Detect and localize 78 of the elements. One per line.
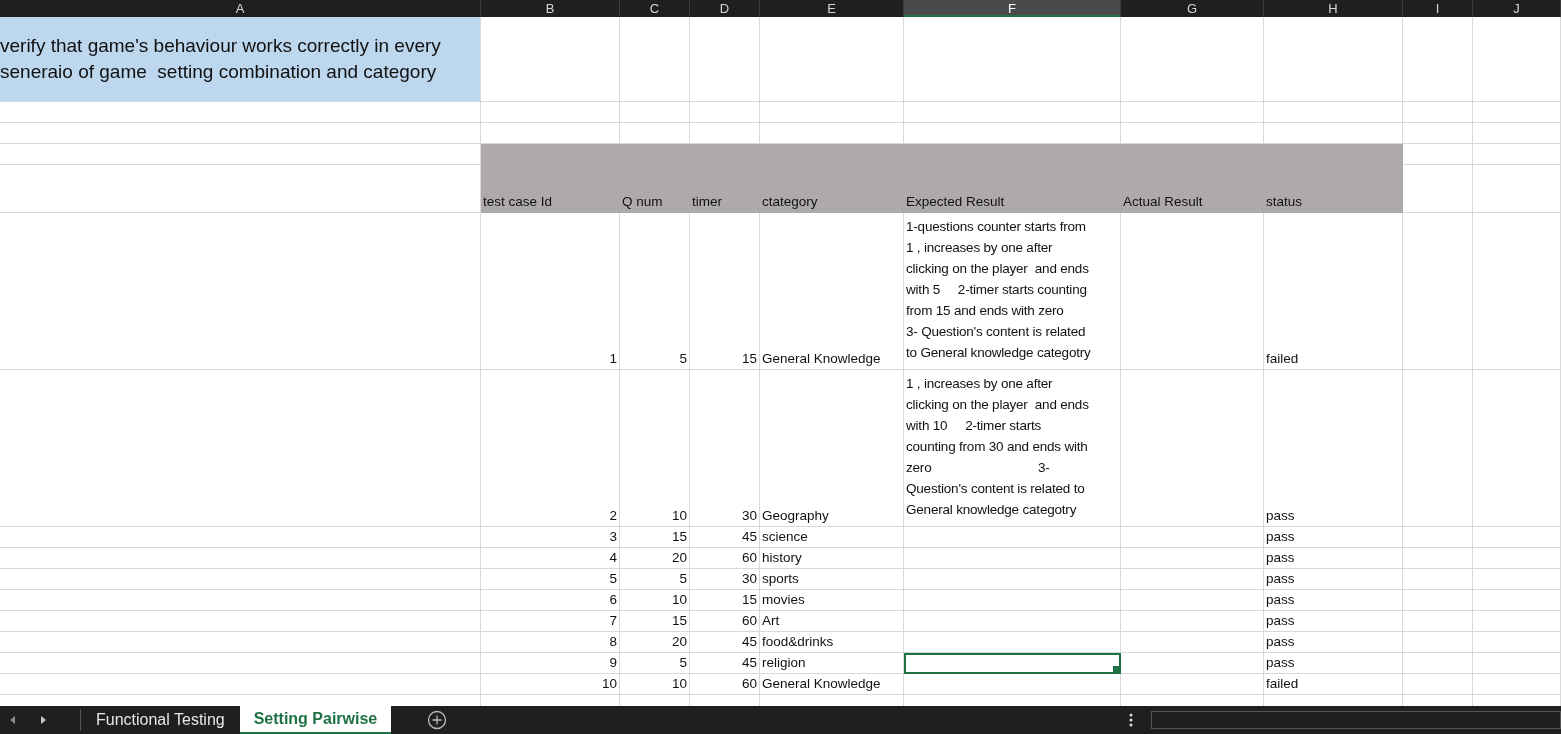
empty-cell [1403,590,1473,611]
empty-cell [620,102,690,123]
empty-cell [1403,632,1473,653]
table-cell: 30 [690,370,760,527]
table-cell[interactable]: 1 , increases by one after clicking on the player and ends with 10 2-timer starts counting from 30 and ends with zero 3- Question's content is related to General knowledge categotry [904,370,1121,527]
table-cell: pass [1264,611,1403,632]
table-cell: 15 [690,213,760,370]
empty-cell [1403,527,1473,548]
table-cell: 45 [690,653,760,674]
column-heading: Actual Result [1121,165,1264,213]
table-cell: 7 [481,611,620,632]
sheet-tab[interactable]: Functional Testing [82,706,239,734]
table-cell: 20 [620,632,690,653]
more-options-icon[interactable] [1129,713,1133,727]
table-cell: failed [1264,674,1403,695]
column-heading: Expected Result [904,165,1121,213]
table-cell: failed [1264,213,1403,370]
table-cell: 3 [481,527,620,548]
column-heading: timer [690,165,760,213]
table-cell: 6 [481,590,620,611]
table-cell: 45 [690,632,760,653]
table-cell[interactable]: 1-questions counter starts from 1 , increases by one after clicking on the player and ends with 5 2-timer starts counting from 15 and ends with zero 3- Question's content is related to General knowledge categotry [904,213,1121,370]
table-cell: 9 [481,653,620,674]
table-cell: pass [1264,569,1403,590]
column-heading: Q num [620,165,690,213]
table-cell: 30 [690,569,760,590]
empty-cell [1403,548,1473,569]
add-sheet-icon[interactable] [427,710,448,730]
empty-cell [1403,569,1473,590]
table-cell: 10 [620,370,690,527]
column-header[interactable]: B [481,0,620,17]
table-cell: pass [1264,370,1403,527]
next-sheet-icon[interactable] [38,715,48,725]
sheet-tab[interactable]: Setting Pairwise [239,706,392,734]
empty-cell [1403,653,1473,674]
table-cell: 20 [620,548,690,569]
table-cell: 45 [690,527,760,548]
table-cell: 5 [620,569,690,590]
table-cell: 10 [481,674,620,695]
column-header[interactable]: D [690,0,760,17]
table-cell: 5 [620,213,690,370]
table-cell: 15 [690,590,760,611]
table-cell: 1 [481,213,620,370]
table-cell: pass [1264,527,1403,548]
table-cell: 15 [620,527,690,548]
table-cell: pass [1264,653,1403,674]
empty-cell [1403,102,1473,123]
column-header[interactable]: F [904,0,1121,17]
empty-cell [1403,123,1473,144]
empty-cell [690,102,760,123]
column-header[interactable]: J [1473,0,1561,17]
table-cell: pass [1264,632,1403,653]
column-header[interactable]: C [620,0,690,17]
column-heading: ctategory [760,165,904,213]
table-cell: pass [1264,590,1403,611]
column-header[interactable]: G [1121,0,1264,17]
table-cell: 5 [620,653,690,674]
table-cell: 60 [690,548,760,569]
table-cell: 10 [620,590,690,611]
table-cell: 4 [481,548,620,569]
column-heading: status [1264,165,1403,213]
table-cell: 60 [690,674,760,695]
table-cell: 8 [481,632,620,653]
table-cell: 60 [690,611,760,632]
title-cell: verify that game's behaviour works correctly in every seneraio of game setting combination and category [0,17,481,102]
table-cell: 2 [481,370,620,527]
column-header[interactable]: H [1264,0,1403,17]
column-heading: test case Id [481,165,620,213]
previous-sheet-icon[interactable] [8,715,18,725]
table-cell: 10 [620,674,690,695]
table-cell: 15 [620,611,690,632]
empty-cell[interactable] [904,653,1121,674]
empty-cell [1403,674,1473,695]
empty-cell [1403,611,1473,632]
horizontal-scrollbar[interactable] [1151,711,1561,729]
table-cell: pass [1264,548,1403,569]
table-cell: 5 [481,569,620,590]
column-header[interactable]: I [1403,0,1473,17]
